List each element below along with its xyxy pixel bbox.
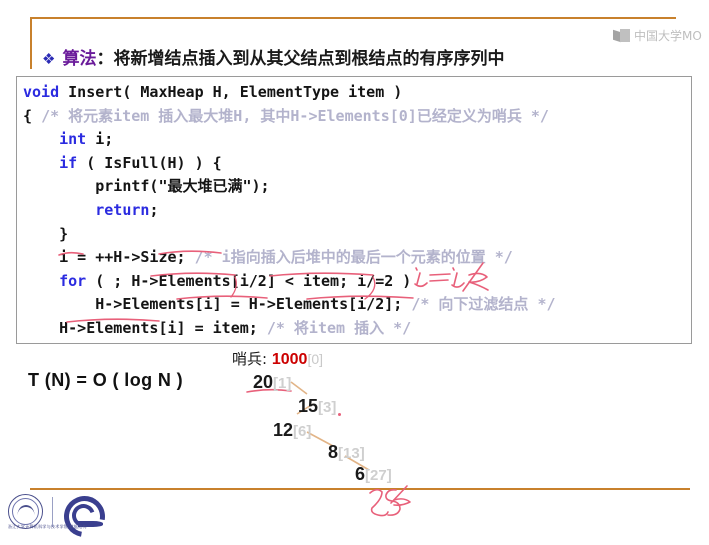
- watermark-label: 中国大学MO: [634, 29, 702, 43]
- ink-annotation-size-underline: [58, 250, 489, 323]
- heap-node-value: 8: [328, 442, 339, 462]
- frame-left-rule: [30, 17, 32, 69]
- title-text: ：将新增结点插入到从其父结点到根结点的有序序列中: [96, 49, 505, 69]
- complexity-formula: T (N) = O ( log N ): [28, 370, 183, 391]
- heap-node-index: [27]: [365, 467, 392, 484]
- logo-divider: [52, 496, 53, 527]
- heap-node-value: 12: [273, 420, 294, 440]
- watermark: 中国大学MO: [613, 27, 702, 44]
- frame-top-rule: [30, 17, 676, 19]
- heap-node: 6[27]: [355, 464, 392, 485]
- heap-node-index: [6]: [293, 423, 312, 440]
- complexity-text: T (N) = O ( log N ): [28, 370, 184, 390]
- heap-node-value: 20: [253, 372, 274, 392]
- heap-node-index: [1]: [273, 375, 292, 392]
- heap-node-value: 6: [355, 464, 366, 484]
- heap-node: 15[3]: [298, 396, 336, 417]
- heap-node: 20[1]: [253, 372, 291, 393]
- heap-node-index: [3]: [318, 399, 337, 416]
- heap-path-diagram: 哨兵: 1000[0] 20[1] 15[3] 12[6] 8[13] 6[27]: [225, 348, 475, 488]
- code-block: void Insert( MaxHeap H, ElementType item…: [16, 76, 692, 344]
- diamond-bullet-icon: ❖: [42, 51, 56, 68]
- ink-annotation-node-20: [246, 388, 292, 393]
- ink-annotation-25: [369, 485, 411, 517]
- slide-canvas: 中国大学MO ❖ 算法 ：将新增结点插入到从其父结点到根结点的有序序列中 voi…: [0, 0, 709, 545]
- title-keyword: 算法: [62, 49, 97, 69]
- heap-node-value: 15: [298, 396, 319, 416]
- frame-bottom-rule: [30, 488, 690, 490]
- heap-node: 8[13]: [328, 442, 365, 463]
- heap-node: 12[6]: [273, 420, 311, 441]
- heap-node-index: [13]: [338, 445, 365, 462]
- mooc-cube-icon: [613, 29, 630, 43]
- page-title: ❖ 算法 ：将新增结点插入到从其父结点到根结点的有序序列中: [42, 44, 504, 69]
- footer-caption: 浙江大学计算机科学与技术学院 数据结构: [8, 524, 87, 529]
